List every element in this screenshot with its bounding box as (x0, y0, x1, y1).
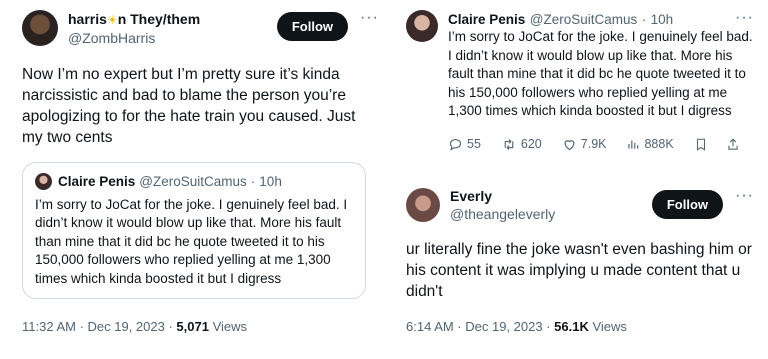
quoted-author-handle: @ZeroSuitCamus (139, 173, 247, 189)
views-label: Views (212, 319, 248, 334)
views-action[interactable]: 888K (626, 137, 674, 151)
reply-tweet-text: ur literally fine the joke wasn't even b… (406, 241, 752, 300)
more-options-icon[interactable]: ··· (360, 10, 379, 26)
like-action[interactable]: 7.9K (562, 137, 607, 152)
share-icon (728, 138, 738, 150)
author-name-part1[interactable]: harris (68, 11, 107, 27)
more-options-icon[interactable]: ··· (735, 10, 754, 26)
separator-dot: · (641, 12, 647, 27)
bookmark-icon (696, 138, 705, 151)
views-label: Views (592, 319, 627, 334)
timestamp[interactable]: 11:32 AM · Dec 19, 2023 · (22, 319, 173, 334)
author-handle[interactable]: @theangeleverly (450, 206, 652, 224)
retweet-action[interactable]: 620 (501, 137, 542, 152)
bar-chart-icon (628, 140, 639, 149)
original-tweet-body: I’m sorry to JoCat for the joke. I genui… (448, 28, 754, 121)
quoted-time: 10h (259, 173, 282, 189)
heart-icon (564, 139, 575, 150)
author-info: Claire Penis @ZeroSuitCamus · 10h (448, 10, 723, 30)
follow-button[interactable]: Follow (276, 12, 349, 41)
tweet-header: harris☀n They/them @ZombHarris Follow ··… (22, 10, 379, 48)
reply-tweet: Everly @theangeleverly Follow ··· ur lit… (406, 188, 754, 302)
quoted-author-name: Claire Penis (58, 173, 136, 189)
author-info: Everly @theangeleverly (450, 188, 652, 223)
bookmark-action[interactable] (694, 137, 712, 152)
quoted-tweet[interactable]: Claire Penis @ZeroSuitCamus · 10h I’m so… (22, 161, 366, 299)
reply-count: 55 (467, 137, 481, 151)
more-options-icon[interactable]: ··· (735, 188, 754, 204)
retweet-count: 620 (520, 137, 542, 151)
avatar (35, 172, 52, 190)
action-bar: 55 620 7.9K 888K (448, 137, 754, 152)
reply-icon (449, 138, 462, 151)
original-tweet-text: I’m sorry to JoCat for the joke. I genui… (448, 29, 753, 118)
author-info: harris☀n They/them @ZombHarris (68, 10, 277, 48)
follow-button[interactable]: Follow (651, 190, 724, 219)
like-count: 7.9K (580, 137, 607, 151)
avatar[interactable] (406, 10, 438, 42)
author-name[interactable]: Claire Penis (448, 12, 525, 27)
avatar[interactable] (22, 10, 58, 46)
tweet-time[interactable]: 10h (651, 12, 674, 27)
views-count: 5,071 (176, 319, 209, 334)
timestamp[interactable]: 6:14 AM · Dec 19, 2023 · (406, 319, 551, 334)
author-handle[interactable]: @ZeroSuitCamus (530, 12, 638, 27)
tweet-text: Now I’m no expert but I’m pretty sure it… (22, 65, 356, 146)
reply-action[interactable]: 55 (448, 137, 481, 152)
author-handle[interactable]: @ZombHarris (68, 30, 277, 48)
author-name[interactable]: Everly (450, 188, 652, 206)
separator-dot: · (250, 173, 256, 189)
quoted-tweet-text: I’m sorry to JoCat for the joke. I genui… (35, 196, 348, 286)
left-tweet-panel: harris☀n They/them @ZombHarris Follow ··… (0, 0, 393, 359)
tweet-meta: 6:14 AM · Dec 19, 2023 · 56.1K Views (406, 319, 627, 334)
views-count: 56.1K (554, 319, 589, 334)
reply-tweet-header: Everly @theangeleverly Follow ··· (406, 188, 754, 223)
original-tweet: Claire Penis @ZeroSuitCamus · 10h ··· I’… (406, 10, 754, 152)
retweet-icon (504, 138, 514, 150)
avatar[interactable] (406, 188, 440, 222)
views-count: 888K (644, 137, 674, 151)
share-action[interactable] (726, 137, 744, 152)
quoted-tweet-header: Claire Penis @ZeroSuitCamus · 10h (35, 172, 355, 190)
author-name-part2[interactable]: n They/them (118, 11, 200, 27)
tweet-meta: 11:32 AM · Dec 19, 2023 · 5,071 Views (22, 319, 247, 334)
right-thread-panel: Claire Penis @ZeroSuitCamus · 10h ··· I’… (398, 0, 768, 359)
sun-emoji-icon: ☀ (106, 13, 118, 27)
